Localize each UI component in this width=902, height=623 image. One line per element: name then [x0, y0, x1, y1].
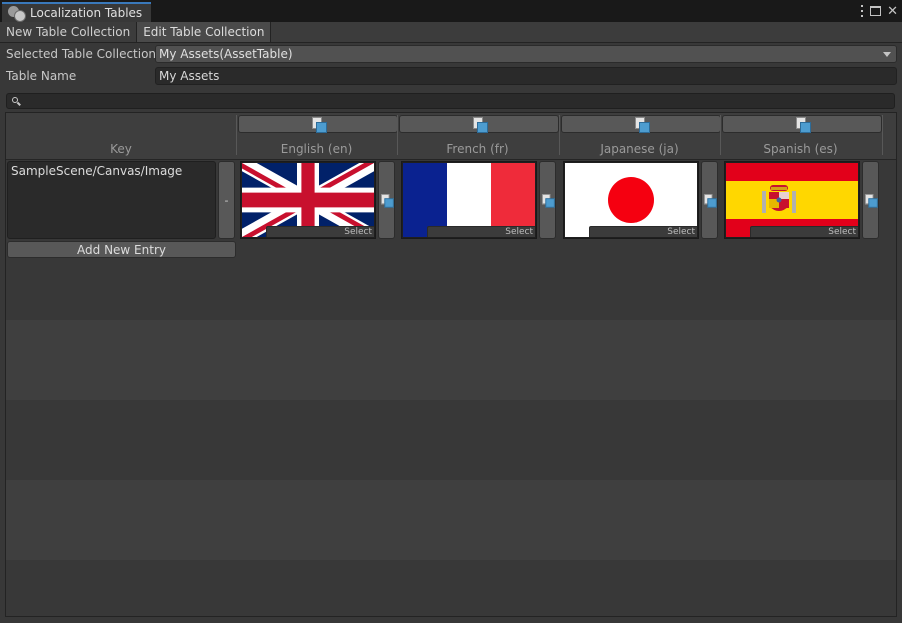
tab-new-table-collection[interactable]: New Table Collection	[0, 22, 137, 42]
open-asset-button[interactable]	[539, 161, 556, 239]
table-name-label: Table Name	[6, 69, 76, 83]
asset-table-icon	[704, 194, 715, 206]
asset-table-icon	[865, 194, 876, 206]
key-column-header[interactable]: Key	[6, 113, 236, 159]
entry-key-value: SampleScene/Canvas/Image	[11, 164, 182, 178]
asset-table-icon	[381, 194, 392, 206]
select-asset-button[interactable]: Select	[589, 226, 697, 237]
add-new-entry-button[interactable]: Add New Entry	[7, 241, 236, 258]
select-asset-button[interactable]: Select	[427, 226, 535, 237]
asset-table-icon	[473, 117, 486, 131]
window-content: New Table Collection Edit Table Collecti…	[0, 22, 902, 623]
kebab-menu-icon[interactable]	[860, 5, 864, 17]
asset-object-field[interactable]: Select	[401, 161, 537, 239]
open-asset-button[interactable]	[378, 161, 395, 239]
language-name: Japanese (ja)	[559, 142, 720, 156]
asset-table-icon	[312, 117, 325, 131]
remove-entry-button[interactable]: -	[218, 161, 235, 239]
close-icon[interactable]: ✕	[887, 5, 898, 18]
language-name: Spanish (es)	[720, 142, 881, 156]
asset-table-icon	[542, 194, 553, 206]
row-band	[6, 480, 897, 560]
entry-cell-japanese: Select	[560, 160, 721, 240]
search-icon	[12, 97, 18, 103]
language-column-japanese: Japanese (ja)	[559, 113, 720, 159]
localization-globe-icon	[8, 6, 24, 20]
localization-table: Key English (en) French (fr) Japanese (j…	[5, 112, 897, 617]
column-divider[interactable]	[882, 115, 883, 155]
toolbar-tabs: New Table Collection Edit Table Collecti…	[0, 22, 902, 43]
selected-collection-label: Selected Table Collection	[6, 47, 156, 61]
spanish-asset-button[interactable]	[722, 115, 882, 133]
entry-cell-french: Select	[398, 160, 559, 240]
window-titlebar: Localization Tables ✕	[0, 0, 902, 22]
selected-collection-row: Selected Table Collection My Assets(Asse…	[0, 44, 902, 64]
language-column-spanish: Spanish (es)	[720, 113, 881, 159]
language-name: English (en)	[236, 142, 397, 156]
row-band	[6, 560, 897, 617]
maximize-icon[interactable]	[870, 6, 881, 16]
asset-object-field[interactable]: Select	[563, 161, 699, 239]
entry-cell-english: Select	[237, 160, 398, 240]
table-name-value: My Assets	[159, 69, 219, 83]
open-asset-button[interactable]	[701, 161, 718, 239]
selected-collection-dropdown[interactable]: My Assets(AssetTable)	[155, 45, 897, 63]
language-name: French (fr)	[397, 142, 558, 156]
row-band	[6, 320, 897, 400]
chevron-down-icon	[883, 52, 891, 57]
select-asset-button[interactable]: Select	[266, 226, 374, 237]
language-column-english: English (en)	[236, 113, 397, 159]
key-header-label: Key	[6, 142, 236, 156]
asset-table-icon	[635, 117, 648, 131]
table-name-row: Table Name My Assets	[0, 66, 902, 86]
search-input[interactable]	[6, 93, 895, 109]
entry-cell-spanish: Select	[721, 160, 882, 240]
entry-key-field[interactable]: SampleScene/Canvas/Image	[7, 161, 216, 239]
language-column-french: French (fr)	[397, 113, 558, 159]
asset-table-icon	[796, 117, 809, 131]
window-controls: ✕	[860, 3, 898, 19]
row-band	[6, 400, 897, 480]
japanese-asset-button[interactable]	[561, 115, 721, 133]
window-title: Localization Tables	[30, 6, 142, 20]
english-asset-button[interactable]	[238, 115, 398, 133]
table-row: SampleScene/Canvas/Image -	[6, 160, 897, 240]
table-name-input[interactable]: My Assets	[155, 67, 897, 85]
open-asset-button[interactable]	[862, 161, 879, 239]
select-asset-button[interactable]: Select	[750, 226, 858, 237]
selected-collection-value: My Assets(AssetTable)	[159, 47, 293, 61]
french-asset-button[interactable]	[399, 115, 559, 133]
window-tab[interactable]: Localization Tables	[2, 2, 151, 22]
asset-object-field[interactable]: Select	[724, 161, 860, 239]
tab-edit-table-collection[interactable]: Edit Table Collection	[137, 22, 271, 42]
asset-object-field[interactable]: Select	[240, 161, 376, 239]
